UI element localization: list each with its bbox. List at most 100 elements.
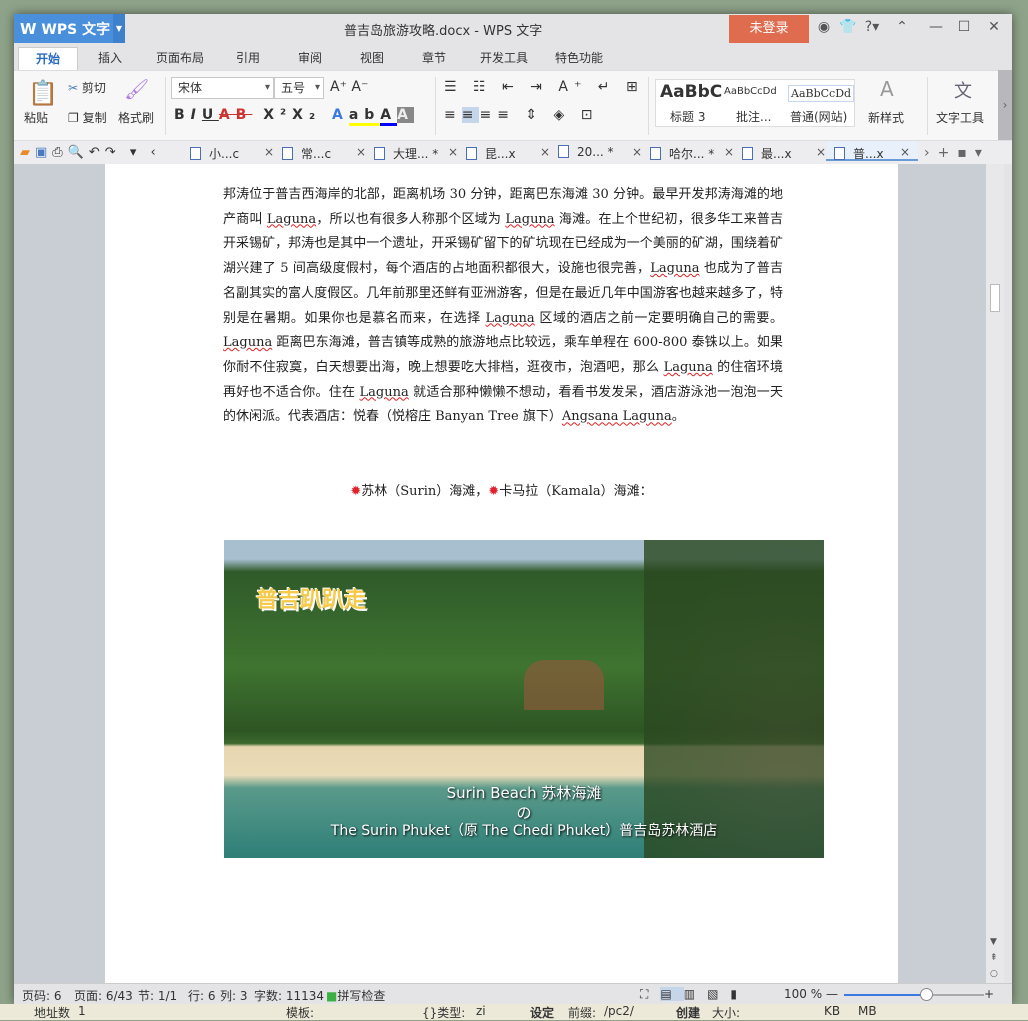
bg-label: {}类型: (422, 1006, 466, 1020)
subscript-icon[interactable]: X₂ (292, 107, 321, 123)
tab-controls[interactable]: ›+▪▾ (924, 145, 990, 161)
save-icon[interactable]: ▣ (35, 145, 52, 160)
font-size-select[interactable]: 五号 (274, 77, 324, 99)
doc-tab-active[interactable]: 普...x × (826, 141, 918, 161)
close-tab-icon[interactable]: × (724, 145, 734, 159)
style-comment-label[interactable]: 批注... (736, 108, 771, 125)
redo-icon[interactable]: ↷ (105, 145, 121, 160)
doc-tab[interactable]: 20... * × (558, 145, 642, 159)
vertical-scrollbar[interactable]: ▼⇞○⇟ (986, 164, 1004, 995)
doc-tab[interactable]: 常...c × (282, 145, 366, 162)
strikethrough-icon[interactable]: AB (219, 107, 253, 123)
zoom-slider-knob[interactable] (920, 988, 934, 1001)
minimize-button[interactable]: — (926, 19, 946, 35)
copy-button[interactable]: ❐ 复制 (68, 109, 107, 126)
quick-access-toolbar[interactable]: ▰▣⎙🔍↶↷ ▾ ‹ (20, 145, 161, 160)
doc-tab[interactable]: 昆...x × (466, 145, 550, 162)
shirt-icon[interactable]: 👕 (838, 19, 858, 35)
document-page[interactable]: 邦涛位于普吉西海岸的北部，距离机场 30 分钟，距离巴东海滩 30 分钟。最早开… (105, 164, 898, 983)
doc-tab[interactable]: 小...c × (190, 145, 274, 162)
zoom-level[interactable]: 100 % (784, 987, 822, 1001)
scroll-thumb[interactable] (990, 284, 1000, 312)
tab-home[interactable]: 开始 (18, 47, 78, 70)
close-tab-icon[interactable]: × (264, 145, 274, 159)
tab-menu-icon[interactable]: ▾ (975, 145, 990, 161)
chevron-right-icon[interactable]: › (924, 145, 938, 161)
font-color-icon[interactable]: A (380, 107, 398, 126)
superscript-icon[interactable]: X² (263, 107, 292, 123)
doc-icon (466, 147, 477, 160)
view-mode-buttons[interactable]: ⛶▤▥▧▮ (640, 987, 749, 1002)
collapse-ribbon-icon[interactable]: ⌃ (892, 19, 912, 35)
underline-icon[interactable]: U (202, 107, 219, 123)
style-web-sample[interactable]: AaBbCcDd (788, 85, 855, 102)
spell-check-label: 拼写检查 (337, 989, 386, 1003)
bg-button: 创建 (676, 1006, 701, 1020)
skin-icon[interactable]: ◉ (814, 19, 834, 35)
new-tab-icon[interactable]: + (938, 145, 958, 161)
maximize-button[interactable]: ☐ (954, 19, 974, 35)
tab-layout[interactable]: 页面布局 (150, 47, 210, 70)
style-heading3-sample[interactable]: AaBbC (660, 82, 722, 102)
doc-tab[interactable]: 哈尔... * × (650, 145, 734, 162)
tab-insert[interactable]: 插入 (90, 47, 130, 70)
grow-font-icon[interactable]: A⁺ A⁻ (330, 79, 368, 95)
help-icon[interactable]: ?▾ (862, 19, 882, 35)
text-effect-icon[interactable]: A (332, 107, 349, 123)
tab-developer[interactable]: 开发工具 (474, 47, 534, 70)
close-button[interactable]: ✕ (984, 19, 1004, 35)
wps-menu-button[interactable]: W WPS 文字 ▼ (14, 14, 125, 43)
history-icon[interactable]: ▪ (957, 145, 975, 161)
char-shading-icon[interactable]: A (397, 107, 414, 123)
beach-subheading: ✹苏林（Surin）海滩，✹卡马拉（Kamala）海滩： (105, 480, 898, 499)
surin-beach-photo[interactable]: 普吉趴趴走 Surin Beach 苏林海滩 の The Surin Phuke… (224, 540, 824, 858)
ribbon-tabs: 开始 插入 页面布局 引用 审阅 视图 章节 开发工具 特色功能 (14, 43, 1012, 70)
zoom-slider[interactable] (844, 988, 984, 1001)
style-heading3-label[interactable]: 标题 3 (670, 108, 705, 125)
tab-view[interactable]: 视图 (352, 47, 392, 70)
close-tab-icon[interactable]: × (900, 145, 910, 159)
font-format-buttons[interactable]: BIUAB X²X₂ AabAA (174, 107, 414, 126)
tab-references[interactable]: 引用 (228, 47, 268, 70)
doc-tab-label: 常...c (301, 147, 332, 161)
tab-features[interactable]: 特色功能 (549, 47, 609, 70)
style-web-label[interactable]: 普通(网站) (790, 108, 847, 125)
zoom-in-button[interactable]: + (984, 987, 994, 1001)
doc-tab[interactable]: 大理... * × (374, 145, 458, 162)
photo-logo: 普吉趴趴走 (256, 588, 367, 613)
print-icon[interactable]: ⎙ (52, 145, 67, 160)
doc-tab[interactable]: 最...x × (742, 145, 826, 162)
tab-section[interactable]: 章节 (414, 47, 454, 70)
close-tab-icon[interactable]: × (540, 145, 550, 159)
cut-button[interactable]: ✂ 剪切 (68, 79, 106, 96)
style-comment-sample[interactable]: AaBbCcDd (724, 86, 777, 97)
list-buttons[interactable]: ☰ ☷ ⇤ ⇥ A⁺ ↵ ⊞ (444, 79, 644, 95)
bg-value: 1 (78, 1004, 86, 1018)
login-button[interactable]: 未登录 (729, 15, 809, 43)
close-tab-icon[interactable]: × (448, 145, 458, 159)
status-word-count[interactable]: 字数: 11134 (254, 987, 324, 1004)
page-view-icon[interactable]: ▤ (660, 987, 684, 1001)
bold-icon[interactable]: B (174, 107, 191, 123)
format-painter-button[interactable]: 格式刷 (118, 109, 154, 126)
font-name-select[interactable]: 宋体 (171, 77, 274, 99)
undo-icon[interactable]: ↶ (89, 145, 105, 160)
paste-button[interactable]: 粘贴 (24, 109, 48, 126)
open-icon[interactable]: ▰ (20, 145, 35, 160)
tab-review[interactable]: 审阅 (290, 47, 330, 70)
title-bar: W WPS 文字 ▼ 普吉岛旅游攻略.docx - WPS 文字 未登录 ◉ 👕 … (14, 14, 1012, 43)
spell-check-button[interactable]: ■拼写检查 (326, 987, 385, 1004)
text-tools-button[interactable]: 文字工具 (936, 109, 984, 126)
paste-icon[interactable]: 📋 (28, 79, 58, 107)
align-buttons[interactable]: ≡≡≡≡ ⇕ ◈ ⊡ (444, 107, 599, 123)
close-tab-icon[interactable]: × (632, 145, 642, 159)
ribbon-scroll-right[interactable]: › (998, 70, 1012, 140)
italic-icon[interactable]: I (191, 107, 202, 123)
align-center-icon[interactable]: ≡ (461, 107, 480, 123)
highlight-icon[interactable]: ab (348, 107, 381, 126)
close-tab-icon[interactable]: × (356, 145, 366, 159)
new-style-button[interactable]: 新样式 (868, 109, 904, 126)
close-tab-icon[interactable]: × (816, 145, 826, 159)
zoom-out-button[interactable]: — (826, 987, 838, 1001)
preview-icon[interactable]: 🔍 (68, 145, 89, 160)
